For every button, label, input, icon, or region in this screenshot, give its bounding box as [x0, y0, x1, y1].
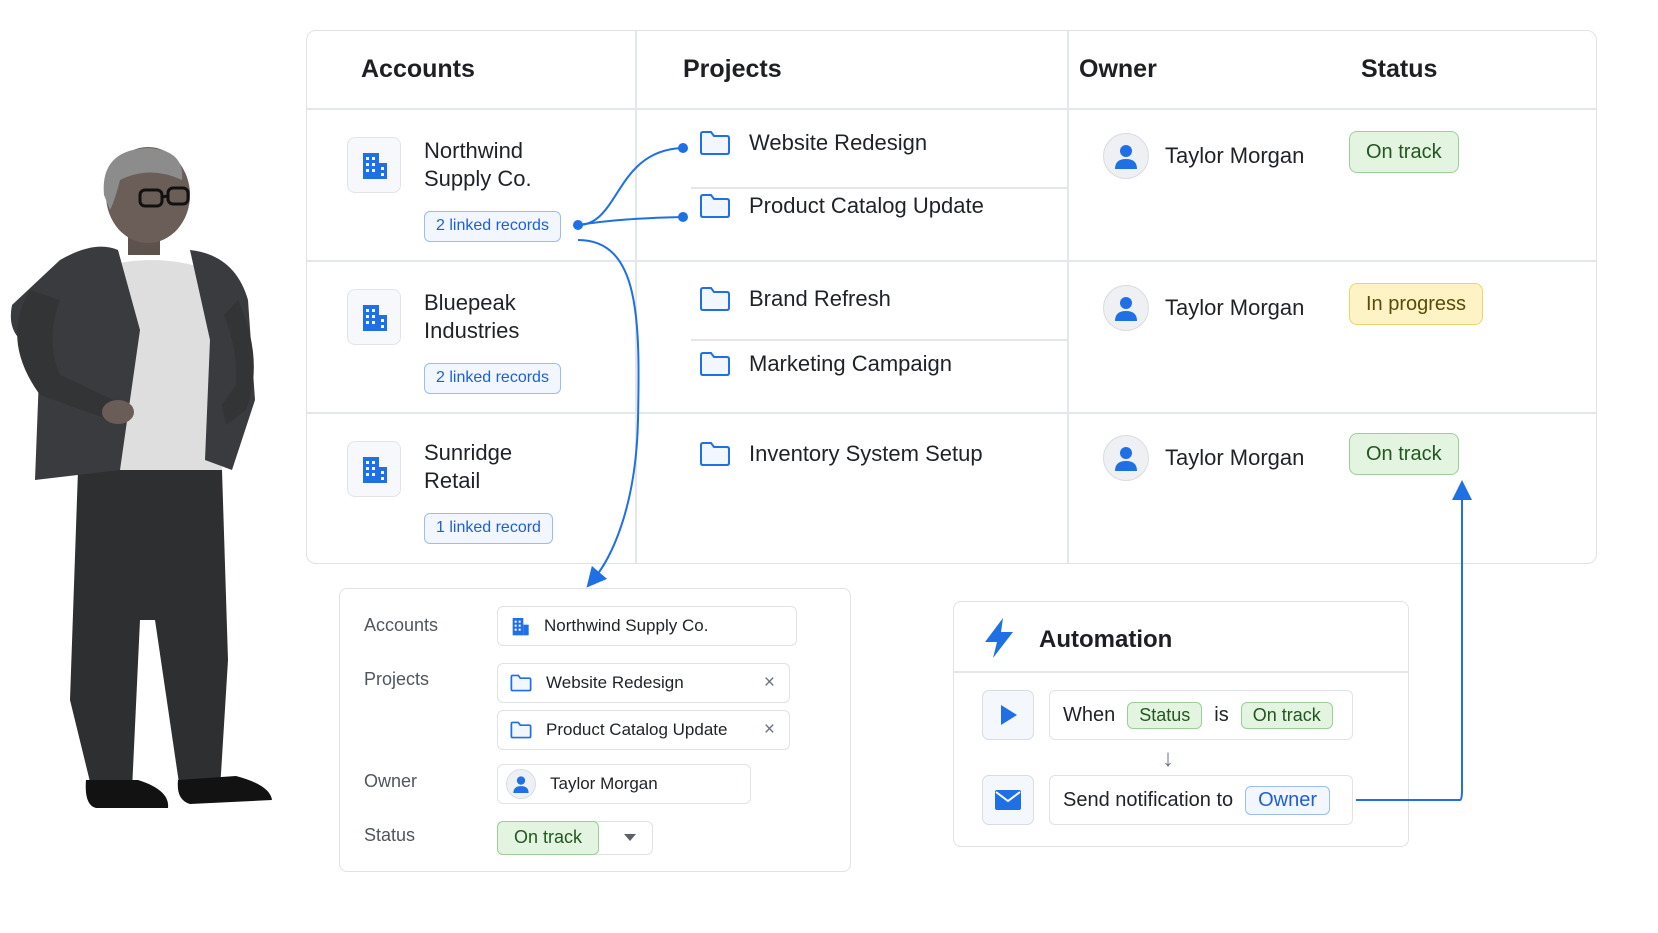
accounts-label: Accounts	[364, 615, 439, 635]
status-badge[interactable]: In progress	[1349, 283, 1484, 325]
record-form: Accounts Northwind Supply Co. Projects W…	[339, 588, 851, 872]
person-icon	[1103, 285, 1149, 331]
linked-records-chip[interactable]: 1 linked record	[424, 513, 553, 544]
folder-icon	[700, 352, 730, 376]
building-icon	[347, 289, 401, 345]
person-illustration	[10, 147, 272, 808]
folder-icon	[700, 442, 730, 466]
folder-icon	[700, 287, 730, 311]
project-field[interactable]: Website Redesign ×	[497, 663, 790, 703]
folder-icon	[510, 674, 532, 692]
header-status: Status	[1361, 55, 1438, 83]
project-item[interactable]: Website Redesign	[699, 130, 927, 156]
header-projects: Projects	[683, 55, 782, 83]
building-icon	[347, 441, 401, 497]
project-item[interactable]: Brand Refresh	[699, 286, 891, 312]
chevron-down-icon[interactable]	[624, 834, 636, 841]
header-divider	[307, 108, 1596, 110]
column-divider	[1067, 31, 1069, 563]
linked-records-chip[interactable]: 2 linked records	[424, 363, 561, 394]
action-button[interactable]	[982, 775, 1034, 825]
building-icon	[347, 137, 401, 193]
status-badge[interactable]: On track	[1349, 433, 1459, 475]
column-divider	[635, 31, 637, 563]
folder-icon	[700, 194, 730, 218]
projects-label: Projects	[364, 669, 430, 689]
owner-cell[interactable]: Taylor Morgan	[1103, 285, 1304, 331]
row-divider	[307, 260, 1596, 262]
recipient-chip[interactable]: Owner	[1245, 785, 1331, 815]
person-icon	[506, 769, 536, 799]
automation-card: Automation When Status is On track ↓ Sen…	[953, 601, 1409, 847]
project-item[interactable]: Product Catalog Update	[699, 193, 984, 219]
folder-icon	[510, 721, 532, 739]
folder-icon	[700, 131, 730, 155]
project-divider	[691, 339, 1067, 341]
account-name[interactable]: Sunridge Retail	[424, 439, 512, 495]
status-select[interactable]: On track	[497, 821, 653, 855]
account-name[interactable]: Northwind Supply Co.	[424, 137, 532, 193]
action-step[interactable]: Send notification to Owner	[1049, 775, 1353, 825]
owner-cell[interactable]: Taylor Morgan	[1103, 133, 1304, 179]
header-owner: Owner	[1079, 55, 1157, 83]
person-icon	[1103, 133, 1149, 179]
owner-cell[interactable]: Taylor Morgan	[1103, 435, 1304, 481]
trigger-field-chip[interactable]: Status	[1127, 701, 1203, 729]
project-divider	[691, 187, 1067, 189]
project-item[interactable]: Inventory System Setup	[699, 441, 983, 467]
trigger-value-chip[interactable]: On track	[1240, 701, 1333, 729]
status-label: Status	[364, 825, 416, 845]
row-divider	[307, 412, 1596, 414]
project-field[interactable]: Product Catalog Update ×	[497, 710, 790, 750]
play-icon	[1001, 705, 1017, 725]
lightning-icon	[985, 618, 1013, 658]
mail-icon	[995, 790, 1021, 810]
trigger-condition[interactable]: When Status is On track	[1049, 690, 1353, 740]
person-icon	[1103, 435, 1149, 481]
status-badge[interactable]: On track	[1349, 131, 1459, 173]
account-name[interactable]: Bluepeak Industries	[424, 289, 519, 345]
building-icon	[512, 618, 529, 636]
automation-title: Automation	[1039, 626, 1173, 653]
trigger-button[interactable]	[982, 690, 1034, 740]
owner-label: Owner	[364, 771, 418, 791]
remove-icon[interactable]: ×	[764, 672, 775, 694]
remove-icon[interactable]: ×	[764, 719, 775, 741]
owner-field[interactable]: Taylor Morgan	[497, 764, 751, 804]
project-item[interactable]: Marketing Campaign	[699, 351, 952, 377]
status-value: On track	[497, 821, 599, 855]
account-field[interactable]: Northwind Supply Co.	[497, 606, 797, 646]
arrow-down-icon: ↓	[1162, 745, 1174, 772]
linked-records-chip[interactable]: 2 linked records	[424, 211, 561, 242]
header-accounts: Accounts	[361, 55, 475, 83]
records-table: Accounts Projects Owner Status Northwind…	[306, 30, 1597, 564]
automation-divider	[954, 671, 1408, 673]
